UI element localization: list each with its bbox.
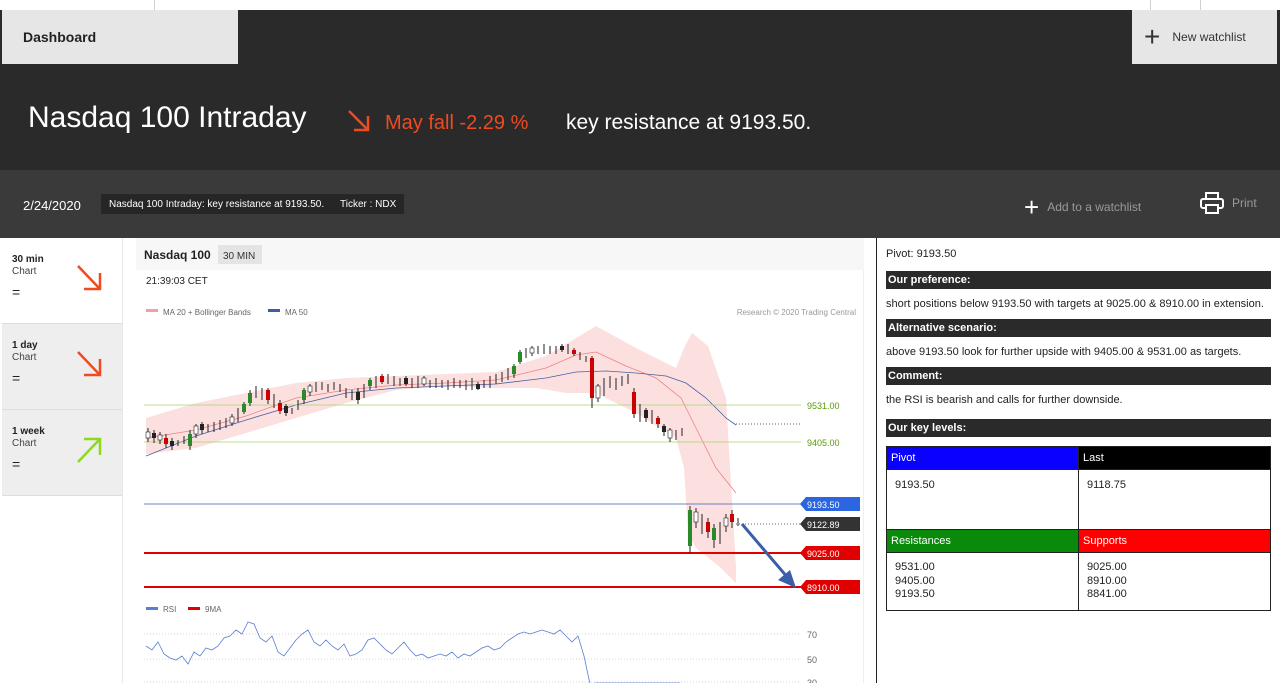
projection-arrowhead — [778, 570, 796, 588]
level-label-8910: 8910.00 — [800, 580, 860, 594]
level-label-9122: 9122.89 — [800, 517, 860, 531]
support-value: 8910.00 — [1087, 574, 1127, 587]
rsi-tick-70: 70 — [807, 630, 817, 640]
arrow-down-right-icon — [348, 110, 370, 132]
rsi-legend: RSI — [163, 605, 176, 614]
alternative-text: above 9193.50 look for further upside wi… — [886, 346, 1242, 358]
header: Dashboard + New watchlist — [0, 10, 1280, 170]
timeframe-label: Chart — [12, 266, 37, 277]
svg-text:9193.50: 9193.50 — [807, 500, 840, 510]
print-button[interactable]: Print — [1200, 192, 1257, 214]
arrow-up-right-icon — [77, 437, 102, 463]
timeframe-label: Chart — [12, 438, 37, 449]
timeframe-30min[interactable]: 30 min Chart = — [2, 238, 122, 324]
last-value: 9118.75 — [1078, 469, 1271, 530]
resistances-header: Resistances — [886, 529, 1079, 553]
sub-toolbar: 2/24/2020 Nasdaq 100 Intraday: key resis… — [0, 170, 1280, 238]
timeframe-period: 1 day — [12, 340, 38, 351]
ticker-chip: Ticker : NDX — [332, 194, 405, 214]
sidebar-divider — [122, 238, 123, 683]
rsi-tick-30: 30 — [807, 678, 817, 683]
level-label-9193: 9193.50 — [800, 497, 860, 511]
timeframe-label: Chart — [12, 352, 37, 363]
svg-text:9531.00: 9531.00 — [807, 401, 840, 411]
support-value: 9025.00 — [1087, 561, 1127, 573]
arrow-down-right-icon — [77, 265, 102, 291]
page-title: Nasdaq 100 Intraday — [28, 101, 307, 134]
projection-arrow — [740, 523, 790, 579]
key-levels-heading: Our key levels: — [886, 419, 1271, 437]
timeframe-value: = — [12, 456, 21, 472]
ma20-legend: MA 20 + Bollinger Bands — [163, 308, 251, 317]
rsi-line — [145, 621, 680, 683]
rsi-legend-swatch — [146, 607, 158, 610]
date-label: 2/24/2020 — [23, 198, 81, 213]
top-strip-divider — [1150, 0, 1151, 10]
chart-canvas: Nasdaq 100 30 MIN 21:39:03 CET MA 20 + B… — [136, 238, 864, 683]
add-to-watchlist-button[interactable]: + Add to a watchlist — [1024, 194, 1141, 220]
svg-text:9025.00: 9025.00 — [807, 549, 840, 559]
svg-text:8910.00: 8910.00 — [807, 583, 840, 593]
ma20-legend-swatch — [146, 309, 158, 312]
interval-badge[interactable]: 30 MIN — [223, 251, 255, 262]
arrow-down-right-icon — [77, 351, 102, 377]
timeframe-period: 30 min — [12, 254, 44, 265]
timeframe-value: = — [12, 370, 21, 386]
timeframe-period: 1 week — [12, 426, 45, 437]
support-value: 8841.00 — [1087, 588, 1127, 600]
resistance-value: 9405.00 — [895, 574, 935, 587]
chart-instrument-name: Nasdaq 100 — [144, 248, 211, 262]
rsi-ma-legend: 9MA — [205, 605, 222, 614]
pivot-text: Pivot: 9193.50 — [886, 248, 957, 260]
direction-text: May fall -2.29 % — [385, 112, 529, 134]
print-label: Print — [1232, 196, 1257, 210]
summary-chip: Nasdaq 100 Intraday: key resistance at 9… — [101, 194, 333, 214]
preference-heading: Our preference: — [886, 271, 1271, 289]
resistance-value: 9193.50 — [895, 588, 935, 600]
plus-icon: + — [1144, 21, 1161, 52]
ma50-legend: MA 50 — [285, 308, 308, 317]
add-to-watchlist-label: Add to a watchlist — [1047, 200, 1142, 214]
new-watchlist-label: New watchlist — [1172, 30, 1246, 44]
comment-text: the RSI is bearish and calls for further… — [886, 394, 1123, 406]
top-strip — [0, 0, 1280, 10]
rsi-ma-legend-swatch — [188, 607, 200, 610]
ma50-legend-swatch — [268, 309, 280, 312]
comment-heading: Comment: — [886, 367, 1271, 385]
level-label-9025: 9025.00 — [800, 546, 860, 560]
last-header: Last — [1078, 446, 1271, 470]
bollinger-band — [146, 326, 736, 583]
level-label-9531: 9531.00 — [807, 401, 840, 411]
pivot-header: Pivot — [886, 446, 1079, 470]
svg-text:9405.00: 9405.00 — [807, 438, 840, 448]
plus-icon: + — [1024, 192, 1040, 222]
supports-values: 9025.00 8910.00 8841.00 — [1078, 552, 1271, 611]
timeframe-value: = — [12, 284, 21, 300]
alternative-heading: Alternative scenario: — [886, 319, 1271, 337]
rsi-tick-50: 50 — [807, 655, 817, 665]
dashboard-tab[interactable]: Dashboard — [2, 10, 238, 64]
resistance-value: 9531.00 — [895, 561, 935, 573]
key-resistance-text: key resistance at 9193.50. — [566, 111, 812, 134]
svg-text:9122.89: 9122.89 — [807, 520, 840, 530]
key-levels-table: Pivot Last 9193.50 9118.75 Resistances S… — [886, 446, 1271, 611]
chart-time: 21:39:03 CET — [146, 276, 208, 287]
price-chart[interactable]: Nasdaq 100 30 MIN 21:39:03 CET MA 20 + B… — [136, 238, 864, 683]
new-watchlist-button[interactable]: + New watchlist — [1132, 10, 1277, 64]
top-strip-divider — [1200, 0, 1201, 10]
top-strip-divider — [154, 0, 155, 10]
timeframe-1week[interactable]: 1 week Chart = — [2, 410, 122, 496]
preference-text: short positions below 9193.50 with targe… — [886, 298, 1264, 310]
timeframe-1day[interactable]: 1 day Chart = — [2, 324, 122, 410]
pivot-value: 9193.50 — [886, 469, 1079, 530]
level-label-9405: 9405.00 — [807, 438, 840, 448]
resistances-values: 9531.00 9405.00 9193.50 — [886, 552, 1079, 611]
supports-header: Supports — [1078, 529, 1271, 553]
chart-credit: Research © 2020 Trading Central — [737, 308, 857, 317]
printer-icon — [1200, 192, 1224, 214]
analysis-panel: Pivot: 9193.50 Our preference: short pos… — [886, 238, 1271, 611]
panel-divider — [876, 238, 877, 683]
timeframe-sidebar: 30 min Chart = 1 day Chart = 1 week Char… — [2, 238, 122, 496]
